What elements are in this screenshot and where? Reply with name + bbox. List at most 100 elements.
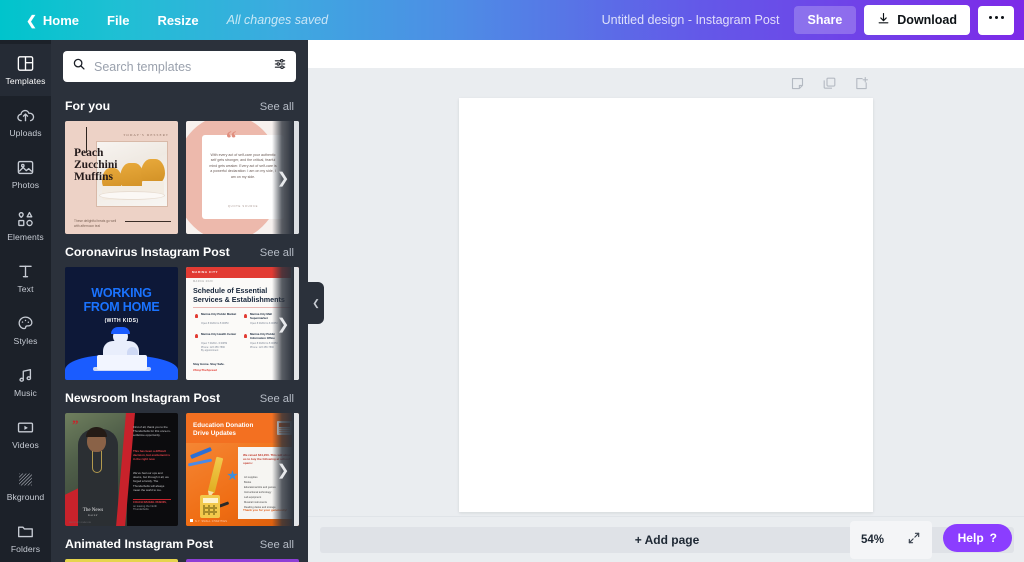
sidebar-label-text: Text bbox=[17, 284, 34, 294]
decor-rule bbox=[125, 221, 171, 222]
quote-paragraph-3: We've had our ups and downs, but through… bbox=[133, 471, 169, 492]
chevron-left-icon: ❮ bbox=[312, 297, 320, 308]
sidebar-item-text[interactable]: Text bbox=[0, 252, 51, 304]
templates-icon bbox=[16, 54, 35, 73]
home-button[interactable]: ❮ Home bbox=[12, 0, 93, 40]
canvas-top-strip bbox=[308, 40, 1024, 68]
quote-paragraph-2: This has been a difficult decision, but … bbox=[133, 449, 170, 462]
template-thumbnails: TODAY'S DESSERT Peach Zucchini Muffins T… bbox=[51, 121, 308, 234]
section-title: Newsroom Instagram Post bbox=[65, 391, 221, 405]
chevron-right-icon: ❯ bbox=[276, 169, 290, 187]
zoom-level-value[interactable]: 54% bbox=[861, 534, 884, 546]
sidebar-label-videos: Videos bbox=[12, 440, 39, 450]
see-all-link[interactable]: See all bbox=[260, 539, 294, 551]
template-caption: These delightful treats go well with aft… bbox=[74, 219, 117, 228]
photo-icon bbox=[16, 158, 35, 177]
video-icon bbox=[16, 418, 35, 437]
template-footer-primary: Stay Home. Stay Safe. bbox=[193, 362, 225, 366]
search-icon bbox=[72, 57, 86, 76]
sidebar-label-bkground: Bkground bbox=[6, 492, 45, 502]
sidebar-item-uploads[interactable]: Uploads bbox=[0, 96, 51, 148]
search-input[interactable] bbox=[94, 59, 265, 74]
template-card-working-from-home[interactable]: WORKING FROM HOME (WITH KIDS) bbox=[65, 267, 178, 380]
sidebar-item-bkground[interactable]: Bkground bbox=[0, 460, 51, 512]
left-sidebar-rail: Templates Uploads Photos Elements Text S… bbox=[0, 40, 51, 562]
quote-body: With every act of self-care your authent… bbox=[209, 153, 277, 179]
file-menu-button[interactable]: File bbox=[93, 0, 143, 40]
carousel-next-button-newsroom[interactable]: ❯ bbox=[272, 413, 294, 526]
laptop-screen bbox=[97, 355, 147, 370]
carousel-next-button-for-you[interactable]: ❯ bbox=[272, 121, 294, 234]
text-icon bbox=[16, 262, 35, 281]
template-date: MARCH 2020 bbox=[193, 280, 214, 283]
zoom-controls: 54% bbox=[850, 521, 932, 559]
add-page-icon[interactable] bbox=[854, 76, 869, 96]
sidebar-label-templates: Templates bbox=[5, 76, 46, 86]
section-title: Animated Instagram Post bbox=[65, 537, 214, 551]
help-label: Help bbox=[957, 531, 984, 545]
sidebar-item-styles[interactable]: Styles bbox=[0, 304, 51, 356]
coach-lanyard bbox=[92, 451, 102, 473]
template-sections: For you See all TODAY'S DESSERT Peach Zu… bbox=[51, 88, 308, 562]
sidebar-label-music: Music bbox=[14, 388, 37, 398]
sidebar-item-templates[interactable]: Templates bbox=[0, 44, 51, 96]
folder-icon bbox=[16, 522, 35, 541]
quote-paragraph-1: First of all, thank you to the Thunderbo… bbox=[133, 425, 171, 438]
templates-panel: For you See all TODAY'S DESSERT bbox=[51, 40, 308, 562]
notes-icon[interactable] bbox=[790, 76, 805, 96]
ellipsis-icon bbox=[988, 15, 1004, 19]
wfh-line1: WORKING FROM HOME bbox=[83, 286, 160, 314]
quote-source: QUOTE SOURCE bbox=[227, 205, 259, 208]
pin-icon bbox=[195, 334, 198, 338]
sidebar-label-folders: Folders bbox=[10, 544, 41, 554]
save-status-text: All changes saved bbox=[226, 13, 329, 27]
download-icon bbox=[877, 12, 890, 28]
template-thumbnails: WORKING FROM HOME (WITH KIDS) MARINA CIT… bbox=[51, 267, 308, 380]
footer-mark-icon bbox=[190, 519, 193, 522]
template-card-coach-farewell-quote[interactable]: ” The News DAILY First of all, thank you… bbox=[65, 413, 178, 526]
section-header: Newsroom Instagram Post See all bbox=[51, 386, 308, 413]
sidebar-item-music[interactable]: Music bbox=[0, 356, 51, 408]
cloud-upload-icon bbox=[16, 106, 35, 125]
sidebar-item-elements[interactable]: Elements bbox=[0, 200, 51, 252]
calculator-shape bbox=[200, 495, 220, 518]
top-toolbar-right: Untitled design - Instagram Post Share D… bbox=[602, 0, 1024, 40]
panel-collapse-handle[interactable]: ❮ bbox=[308, 282, 324, 324]
chevron-left-icon: ❮ bbox=[26, 12, 37, 28]
section-title: Coronavirus Instagram Post bbox=[65, 245, 230, 259]
chevron-right-icon: ❯ bbox=[276, 315, 290, 333]
shapes-icon bbox=[16, 210, 35, 229]
template-section-for-you: For you See all TODAY'S DESSERT Peach Zu… bbox=[51, 88, 308, 234]
duplicate-page-icon[interactable] bbox=[822, 76, 837, 96]
template-footer: N.Y. SMALL CHARITIES bbox=[190, 519, 227, 523]
sliders-icon[interactable] bbox=[273, 57, 287, 76]
quote-mark: “ bbox=[226, 126, 237, 150]
share-button[interactable]: Share bbox=[793, 6, 857, 34]
sidebar-item-folders[interactable]: Folders bbox=[0, 512, 51, 562]
section-title: For you bbox=[65, 99, 111, 113]
template-thumbnails: ” The News DAILY First of all, thank you… bbox=[51, 413, 308, 526]
pin-icon bbox=[244, 334, 247, 338]
expand-icon[interactable] bbox=[907, 531, 921, 550]
help-button[interactable]: Help ? bbox=[942, 524, 1012, 552]
sidebar-label-photos: Photos bbox=[11, 180, 40, 190]
carousel-next-button-coronavirus[interactable]: ❯ bbox=[272, 267, 294, 380]
resize-button[interactable]: Resize bbox=[143, 0, 212, 40]
see-all-link[interactable]: See all bbox=[260, 393, 294, 405]
sidebar-item-videos[interactable]: Videos bbox=[0, 408, 51, 460]
palette-icon bbox=[16, 314, 35, 333]
more-options-button[interactable] bbox=[978, 5, 1014, 35]
sidebar-item-photos[interactable]: Photos bbox=[0, 148, 51, 200]
design-title[interactable]: Untitled design - Instagram Post bbox=[602, 13, 780, 27]
search-box[interactable] bbox=[63, 51, 296, 82]
see-all-link[interactable]: See all bbox=[260, 101, 294, 113]
see-all-link[interactable]: See all bbox=[260, 247, 294, 259]
template-footer-hashtag: #StopTheSpread bbox=[193, 368, 217, 372]
divider bbox=[133, 499, 171, 500]
quote-mark: ” bbox=[72, 417, 79, 432]
design-page-canvas[interactable] bbox=[459, 98, 873, 512]
news-logo: The News DAILY bbox=[82, 508, 104, 517]
download-button[interactable]: Download bbox=[864, 5, 970, 35]
template-card-peach-zucchini-muffins[interactable]: TODAY'S DESSERT Peach Zucchini Muffins T… bbox=[65, 121, 178, 234]
sidebar-label-styles: Styles bbox=[13, 336, 38, 346]
